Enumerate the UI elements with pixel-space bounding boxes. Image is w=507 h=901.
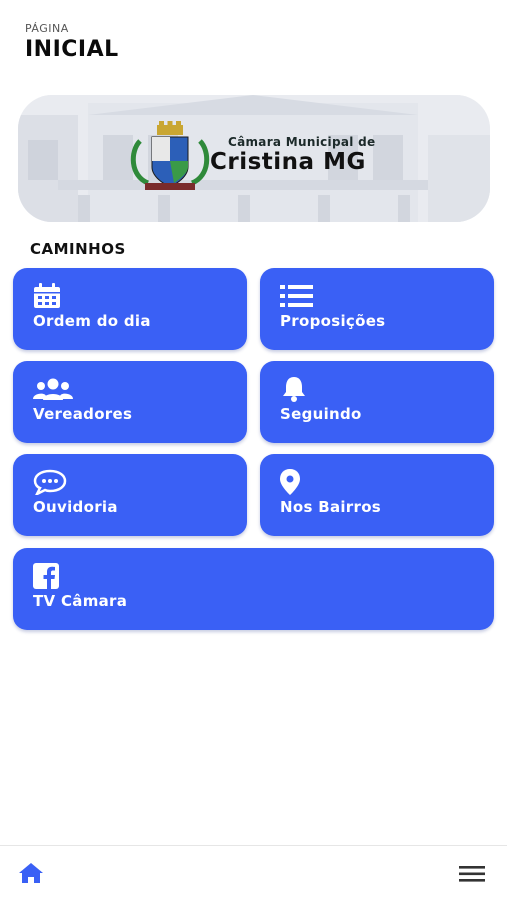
card-label: Ouvidoria: [33, 498, 118, 516]
home-icon[interactable]: [18, 862, 44, 884]
page-header: PÁGINA INICIAL: [25, 22, 119, 62]
card-tv-camara[interactable]: TV Câmara: [13, 548, 494, 630]
coat-of-arms-icon: [130, 121, 210, 190]
card-ordem-do-dia[interactable]: Ordem do dia: [13, 268, 247, 350]
card-label: Vereadores: [33, 405, 133, 423]
bottom-navigation: [0, 845, 507, 901]
card-label: Nos Bairros: [280, 498, 382, 516]
card-seguindo[interactable]: Seguindo: [260, 361, 494, 443]
brand-line2: Cristina MG: [210, 149, 366, 175]
card-label: TV Câmara: [33, 592, 128, 610]
card-ouvidoria[interactable]: Ouvidoria: [13, 454, 247, 536]
section-title: CAMINHOS: [30, 240, 126, 258]
card-nos-bairros[interactable]: Nos Bairros: [260, 454, 494, 536]
page-title: INICIAL: [25, 37, 119, 62]
page-subtitle: PÁGINA: [25, 22, 69, 35]
calendar-icon: [34, 283, 60, 308]
card-proposicoes[interactable]: Proposições: [260, 268, 494, 350]
card-label: Ordem do dia: [33, 312, 151, 330]
facebook-icon: [33, 563, 59, 589]
map-pin-icon: [280, 469, 300, 495]
chat-icon: [33, 469, 67, 495]
card-label: Proposições: [280, 312, 386, 330]
card-vereadores[interactable]: Vereadores: [13, 361, 247, 443]
card-label: Seguindo: [280, 405, 362, 423]
menu-icon[interactable]: [459, 864, 485, 884]
chamber-brand: Câmara Municipal de Cristina MG: [210, 135, 375, 175]
list-icon: [280, 285, 313, 307]
brand-line1: Câmara Municipal de: [228, 135, 376, 149]
chamber-banner: Câmara Municipal de Cristina MG: [18, 95, 490, 222]
users-icon: [33, 378, 73, 400]
bell-icon: [283, 377, 305, 402]
